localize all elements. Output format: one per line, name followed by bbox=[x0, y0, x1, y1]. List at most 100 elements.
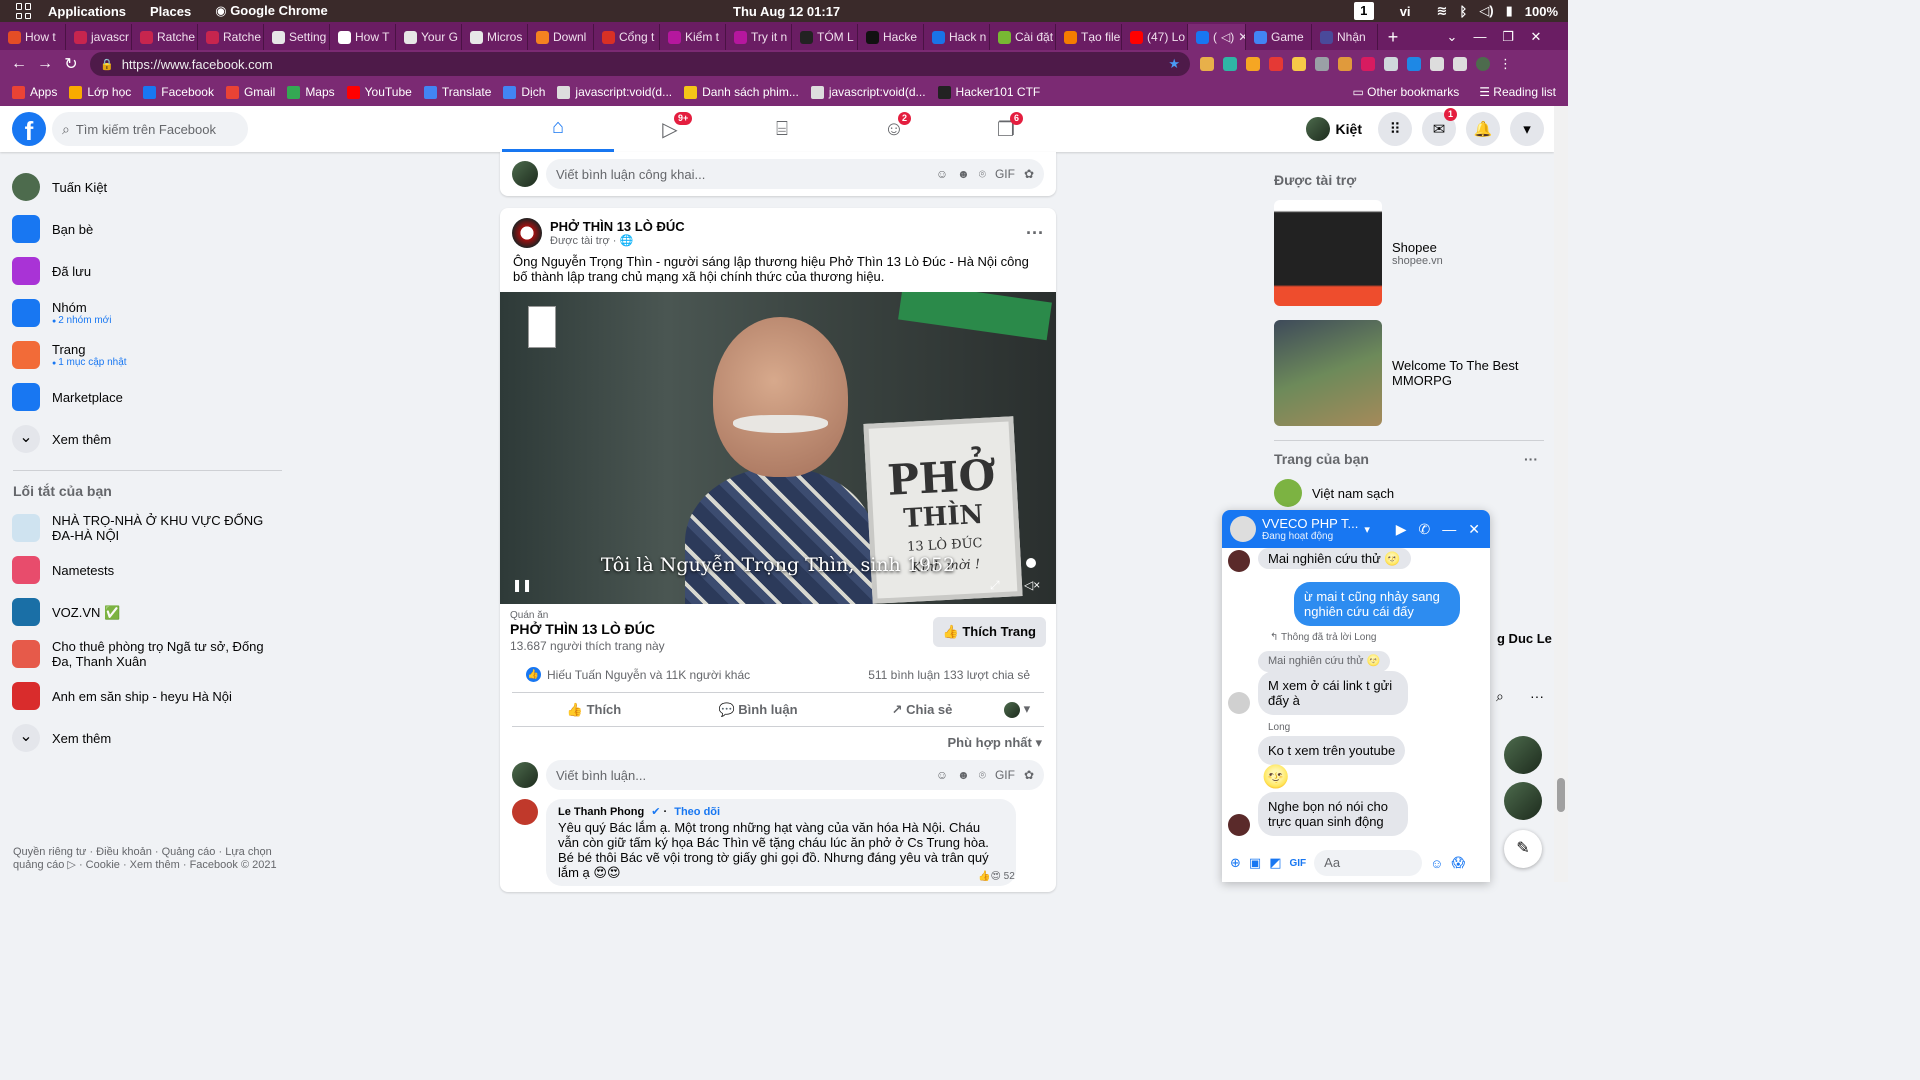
emoji-icon[interactable]: ☺ bbox=[1430, 856, 1443, 871]
reading-list[interactable]: ☰ Reading list bbox=[1479, 85, 1556, 99]
browser-tab[interactable]: Cài đặt bbox=[990, 24, 1056, 50]
bookmark-item[interactable]: Translate bbox=[423, 85, 491, 99]
extension-icon[interactable] bbox=[1269, 57, 1283, 71]
quoted-message[interactable]: Mai nghiên cứu thử 🌝 bbox=[1258, 651, 1391, 672]
post-options-icon[interactable]: ··· bbox=[1026, 223, 1044, 244]
new-tab-icon[interactable]: + bbox=[1378, 24, 1408, 50]
bookmark-star-icon[interactable]: ★ bbox=[1168, 56, 1180, 72]
post-author[interactable]: PHỞ THÌN 13 LÒ ĐÚC bbox=[550, 219, 685, 234]
tab-close-icon[interactable]: ✕ bbox=[1238, 30, 1245, 44]
browser-tab[interactable]: Ratche bbox=[132, 24, 198, 50]
message-incoming[interactable]: Nghe bọn nó nói cho trực quan sinh động bbox=[1258, 792, 1408, 836]
bookmark-item[interactable]: javascript:void(d... bbox=[557, 85, 672, 99]
sidebar-item[interactable]: ⌄ Xem thêm bbox=[0, 418, 290, 460]
nav-gaming[interactable]: ❐ 6 bbox=[950, 106, 1062, 152]
bookmark-item[interactable]: Apps bbox=[12, 85, 57, 99]
scrollbar-thumb[interactable] bbox=[1557, 778, 1565, 812]
emoji-icon[interactable]: ☻ bbox=[957, 768, 970, 783]
shortcut-item[interactable]: NHÀ TRỌ-NHÀ Ở KHU VỰC ĐỐNG ĐA-HÀ NỘI bbox=[0, 507, 290, 549]
browser-tab[interactable]: Setting bbox=[264, 24, 330, 50]
minimize-icon[interactable]: — bbox=[1442, 521, 1456, 538]
menu-google-chrome[interactable]: ◉ Google Chrome bbox=[215, 3, 327, 19]
sidebar-item[interactable]: Nhóm ● 2 nhóm mới bbox=[0, 292, 290, 334]
chat-head-avatar[interactable] bbox=[1504, 736, 1542, 774]
comment-input[interactable]: Viết bình luận... ☺ ☻ ⌾ GIF ✿ bbox=[546, 760, 1044, 790]
bookmark-item[interactable]: Lớp học bbox=[69, 85, 131, 99]
comment-sort[interactable]: Phù hợp nhất ▾ bbox=[500, 727, 1056, 757]
shortcut-item[interactable]: ⌄ Xem thêm bbox=[0, 717, 290, 759]
app-grid-icon[interactable] bbox=[16, 3, 32, 19]
facebook-search-input[interactable]: ⌕ Tìm kiếm trên Facebook bbox=[52, 112, 248, 146]
extension-icon[interactable] bbox=[1361, 57, 1375, 71]
pause-icon[interactable]: ❚❚ bbox=[512, 578, 532, 592]
browser-tab[interactable]: Kiểm t bbox=[660, 24, 726, 50]
browser-tab[interactable]: Try it n bbox=[726, 24, 792, 50]
contacts-more-icon[interactable]: ··· bbox=[1530, 688, 1544, 704]
moon-sticker-icon[interactable]: 🌝 bbox=[1262, 764, 1289, 790]
close-icon[interactable]: ✕ bbox=[1468, 521, 1480, 538]
gif-icon[interactable]: GIF bbox=[995, 768, 1015, 783]
extension-icon[interactable] bbox=[1338, 57, 1352, 71]
page-scrollbar[interactable] bbox=[1554, 106, 1568, 882]
video-call-icon[interactable]: ▶ bbox=[1396, 521, 1407, 538]
profile-chip[interactable]: Kiệt bbox=[1305, 117, 1362, 141]
wifi-icon[interactable]: ≋ bbox=[1437, 3, 1448, 19]
browser-tab[interactable]: javascr bbox=[66, 24, 132, 50]
nav-marketplace[interactable]: ⌸ bbox=[726, 106, 838, 152]
browser-tab[interactable]: Ratche bbox=[198, 24, 264, 50]
ad-item[interactable]: Welcome To The Best MMORPG bbox=[1274, 320, 1544, 426]
public-comment-input[interactable]: Viết bình luận công khai... ☺ ☻ ⌾ GIF ✿ bbox=[546, 159, 1044, 189]
volume-slider-knob[interactable] bbox=[1026, 558, 1036, 568]
shortcut-item[interactable]: Cho thuê phòng trọ Ngã tư sở, Đống Đa, T… bbox=[0, 633, 290, 675]
browser-tab[interactable]: How t bbox=[0, 24, 66, 50]
browser-tab[interactable]: (◁) ✕ bbox=[1188, 24, 1246, 50]
window-minimize-icon[interactable]: — bbox=[1466, 24, 1494, 50]
like-button[interactable]: 👍 Thích bbox=[512, 702, 676, 718]
tab-search-icon[interactable]: ⌄ bbox=[1438, 24, 1466, 50]
mute-icon[interactable]: ◁× bbox=[1024, 578, 1040, 592]
page-shortcut[interactable]: Việt nam sạch bbox=[1274, 479, 1544, 507]
contact-name-partial[interactable]: g Duc Le bbox=[1497, 631, 1552, 646]
ad-item[interactable]: Shopee shopee.vn bbox=[1274, 200, 1544, 306]
quick-reaction-icon[interactable]: 😱 bbox=[1451, 855, 1465, 871]
chat-header[interactable]: VVECO PHP T... Đang hoạt động ▾ ▶ ✆ — ✕ bbox=[1222, 510, 1490, 548]
other-bookmarks[interactable]: ▭ Other bookmarks bbox=[1352, 85, 1459, 99]
browser-tab[interactable]: (47) Lo bbox=[1122, 24, 1188, 50]
browser-tab[interactable]: Game bbox=[1246, 24, 1312, 50]
bluetooth-icon[interactable]: ᛒ bbox=[1459, 4, 1467, 19]
comment-button[interactable]: 💬 Bình luận bbox=[676, 702, 840, 718]
post-as-selector[interactable]: ▾ bbox=[1004, 701, 1044, 718]
bookmark-item[interactable]: Dịch bbox=[503, 85, 545, 99]
message-outgoing[interactable]: ừ mai t cũng nhảy sang nghiên cứu cái đấ… bbox=[1294, 582, 1460, 626]
browser-tab[interactable]: Downl bbox=[528, 24, 594, 50]
chat-message-input[interactable]: Aa bbox=[1314, 850, 1423, 876]
follow-link[interactable]: Theo dõi bbox=[674, 806, 720, 818]
share-button[interactable]: ↗ Chia sẻ bbox=[840, 702, 1004, 718]
shortcut-item[interactable]: Anh em săn ship - heyu Hà Nội bbox=[0, 675, 290, 717]
workspace-indicator[interactable]: 1 bbox=[1353, 2, 1374, 20]
menu-places[interactable]: Places bbox=[150, 4, 191, 19]
comment-reaction-count[interactable]: 👍😍 52 bbox=[978, 871, 1015, 882]
bookmark-item[interactable]: YouTube bbox=[346, 85, 412, 99]
shortcut-item[interactable]: VOZ.VN ✅ bbox=[0, 591, 290, 633]
messenger-button[interactable]: ✉ 1 bbox=[1422, 108, 1458, 146]
gif-icon[interactable]: GIF bbox=[1290, 858, 1307, 869]
window-close-icon[interactable]: ✕ bbox=[1522, 24, 1550, 50]
extension-icon[interactable] bbox=[1246, 57, 1260, 71]
keyboard-layout[interactable]: vi bbox=[1400, 4, 1411, 19]
like-page-button[interactable]: 👍 Thích Trang bbox=[932, 616, 1046, 647]
browser-tab[interactable]: TÓM L bbox=[792, 24, 858, 50]
chevron-down-icon[interactable]: ▾ bbox=[1364, 523, 1370, 536]
page-avatar[interactable] bbox=[512, 218, 542, 248]
sticker2-icon[interactable]: ✿ bbox=[1024, 768, 1034, 783]
puzzle-icon[interactable] bbox=[1430, 57, 1444, 71]
contacts-search-icon[interactable]: ⌕ bbox=[1496, 688, 1504, 705]
post-video[interactable]: PHỞ THÌN 13 LÒ ĐÚC Kính mời ! Tôi là Ngu… bbox=[500, 292, 1056, 604]
page-name[interactable]: PHỞ THÌN 13 LÒ ĐÚC bbox=[510, 621, 665, 637]
emoji-icon[interactable]: ☻ bbox=[957, 167, 970, 182]
more-icon[interactable]: ··· bbox=[1524, 451, 1538, 467]
bookmark-item[interactable]: javascript:void(d... bbox=[810, 85, 926, 99]
browser-tab[interactable]: Hacke bbox=[858, 24, 924, 50]
sidebar-item[interactable]: Trang ● 1 mục cập nhật bbox=[0, 334, 290, 376]
reload-icon[interactable]: ↻ bbox=[58, 54, 84, 74]
